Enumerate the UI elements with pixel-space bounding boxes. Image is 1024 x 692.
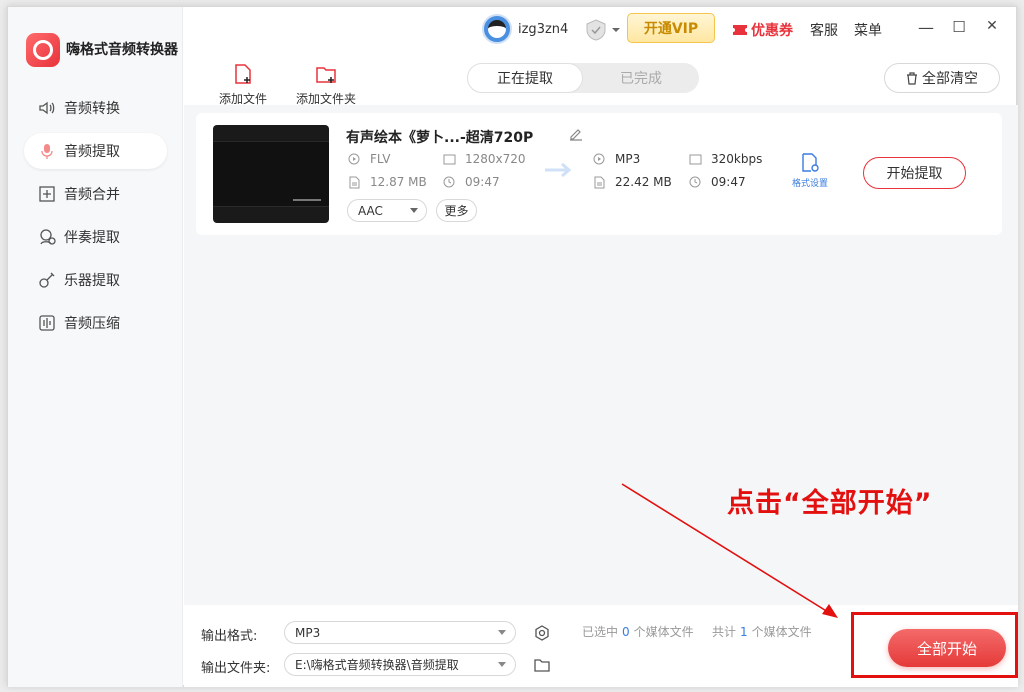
format-icon xyxy=(592,152,606,166)
total-count: 1 xyxy=(740,625,748,639)
output-format: MP3 xyxy=(592,152,640,166)
membership-dropdown[interactable] xyxy=(584,19,621,41)
vocal-remove-icon xyxy=(38,228,56,246)
output-duration: 09:47 xyxy=(688,175,746,189)
app-window: 嗨格式音频转换器 音频转换 音频提取 音频合并 伴奏提取 乐器提取 音频压缩 i… xyxy=(7,6,1018,687)
selected-count: 0 xyxy=(622,625,630,639)
avatar xyxy=(482,14,512,44)
vip-button[interactable]: 开通VIP xyxy=(627,13,715,43)
source-duration: 09:47 xyxy=(442,175,500,189)
source-format: FLV xyxy=(347,152,390,166)
shield-icon xyxy=(586,19,606,41)
add-folder-button[interactable]: 添加文件夹 xyxy=(290,59,362,107)
start-extract-button[interactable]: 开始提取 xyxy=(863,157,966,189)
username: izg3zn4 xyxy=(518,21,569,37)
open-folder-button[interactable] xyxy=(533,656,551,674)
output-folder-select[interactable]: E:\嗨格式音频转换器\音频提取 xyxy=(284,653,516,676)
customer-service-link[interactable]: 客服 xyxy=(810,20,838,40)
merge-icon xyxy=(38,185,56,203)
bitrate-icon xyxy=(688,152,702,166)
source-resolution: 1280x720 xyxy=(442,152,526,166)
folder-icon xyxy=(534,659,550,672)
clear-all-button[interactable]: 全部清空 xyxy=(884,63,1000,93)
source-size: 12.87 MB xyxy=(347,175,427,189)
pencil-icon xyxy=(570,129,582,141)
app-title: 嗨格式音频转换器 xyxy=(66,42,178,58)
minimize-button[interactable]: — xyxy=(916,18,936,37)
menu-link[interactable]: 菜单 xyxy=(854,20,882,40)
sidebar-item-audio-merge[interactable]: 音频合并 xyxy=(24,176,167,212)
format-settings-icon xyxy=(802,153,819,172)
selected-count-text: 已选中 0 个媒体文件 xyxy=(582,625,694,639)
rename-button[interactable] xyxy=(569,126,583,145)
app-logo-icon xyxy=(26,33,60,67)
chevron-down-icon xyxy=(612,28,620,32)
file-size-icon xyxy=(592,175,606,189)
coupon-button[interactable]: 优惠券 xyxy=(732,20,793,40)
add-folder-icon xyxy=(316,67,336,83)
annotation-callout: 点击“全部开始” xyxy=(727,488,933,519)
codec-select[interactable]: AAC xyxy=(347,199,427,222)
list-item: 有声绘本《萝卜...-超清720P FLV 1280x720 12.87 MB xyxy=(196,113,1002,235)
format-settings-button[interactable]: 格式设置 xyxy=(790,153,830,189)
output-size: 22.42 MB xyxy=(592,175,672,189)
sidebar-item-label: 音频压缩 xyxy=(64,316,120,332)
sidebar-item-audio-convert[interactable]: 音频转换 xyxy=(24,90,167,126)
status-tabs: 正在提取 已完成 xyxy=(467,63,699,93)
sidebar-item-audio-extract[interactable]: 音频提取 xyxy=(24,133,167,169)
sidebar: 嗨格式音频转换器 音频转换 音频提取 音频合并 伴奏提取 乐器提取 音频压缩 xyxy=(8,7,183,687)
sidebar-item-audio-compress[interactable]: 音频压缩 xyxy=(24,305,167,341)
chevron-down-icon xyxy=(410,208,418,213)
output-bitrate: 320kbps xyxy=(688,152,762,166)
sidebar-item-instrument-extract[interactable]: 乐器提取 xyxy=(24,262,167,298)
title-bar: izg3zn4 开通VIP 优惠券 客服 菜单 — ☐ ✕ xyxy=(184,7,1018,53)
sidebar-nav: 音频转换 音频提取 音频合并 伴奏提取 乐器提取 音频压缩 xyxy=(24,90,167,348)
gear-icon xyxy=(535,625,549,641)
sidebar-item-label: 音频提取 xyxy=(64,144,120,160)
format-icon xyxy=(347,152,361,166)
file-list: 有声绘本《萝卜...-超清720P FLV 1280x720 12.87 MB xyxy=(184,105,1018,605)
format-settings-label: 格式设置 xyxy=(791,179,828,189)
add-file-label: 添加文件 xyxy=(218,92,267,106)
file-name: 有声绘本《萝卜...-超清720P xyxy=(346,130,534,146)
trash-icon xyxy=(907,71,917,85)
convert-arrow-icon xyxy=(543,161,575,183)
clock-icon xyxy=(688,175,702,189)
sidebar-item-accompaniment-extract[interactable]: 伴奏提取 xyxy=(24,219,167,255)
guitar-icon xyxy=(38,271,56,289)
chevron-down-icon xyxy=(498,630,506,635)
chevron-down-icon xyxy=(498,662,506,667)
compress-icon xyxy=(38,314,56,332)
output-folder-label: 输出文件夹: xyxy=(201,661,271,676)
clear-all-label: 全部清空 xyxy=(922,71,978,87)
output-settings-button[interactable] xyxy=(533,624,551,642)
sidebar-item-label: 音频转换 xyxy=(64,101,120,117)
speaker-icon xyxy=(38,99,56,117)
file-size-icon xyxy=(347,175,361,189)
user-account[interactable]: izg3zn4 xyxy=(482,14,568,44)
sidebar-item-label: 乐器提取 xyxy=(64,273,120,289)
coupon-label: 优惠券 xyxy=(751,23,793,39)
close-button[interactable]: ✕ xyxy=(982,18,1002,34)
add-folder-label: 添加文件夹 xyxy=(295,92,356,106)
annotation-highlight-box xyxy=(851,612,1018,678)
tab-extracting[interactable]: 正在提取 xyxy=(467,63,583,93)
clock-icon xyxy=(442,175,456,189)
main-panel: izg3zn4 开通VIP 优惠券 客服 菜单 — ☐ ✕ 添加文件 添加文件夹 xyxy=(184,7,1018,687)
output-format-select[interactable]: MP3 xyxy=(284,621,516,644)
sidebar-item-label: 伴奏提取 xyxy=(64,230,120,246)
maximize-button[interactable]: ☐ xyxy=(949,18,969,36)
total-count-text: 共计 1 个媒体文件 xyxy=(712,625,812,639)
ticket-icon xyxy=(733,25,747,35)
output-format-label: 输出格式: xyxy=(201,629,258,644)
more-button[interactable]: 更多 xyxy=(436,199,477,222)
add-file-button[interactable]: 添加文件 xyxy=(208,59,278,107)
resolution-icon xyxy=(442,152,456,166)
video-thumbnail xyxy=(213,125,329,223)
add-file-icon xyxy=(235,64,251,84)
sidebar-item-label: 音频合并 xyxy=(64,187,120,203)
tab-completed[interactable]: 已完成 xyxy=(583,63,699,93)
microphone-icon xyxy=(38,142,56,160)
